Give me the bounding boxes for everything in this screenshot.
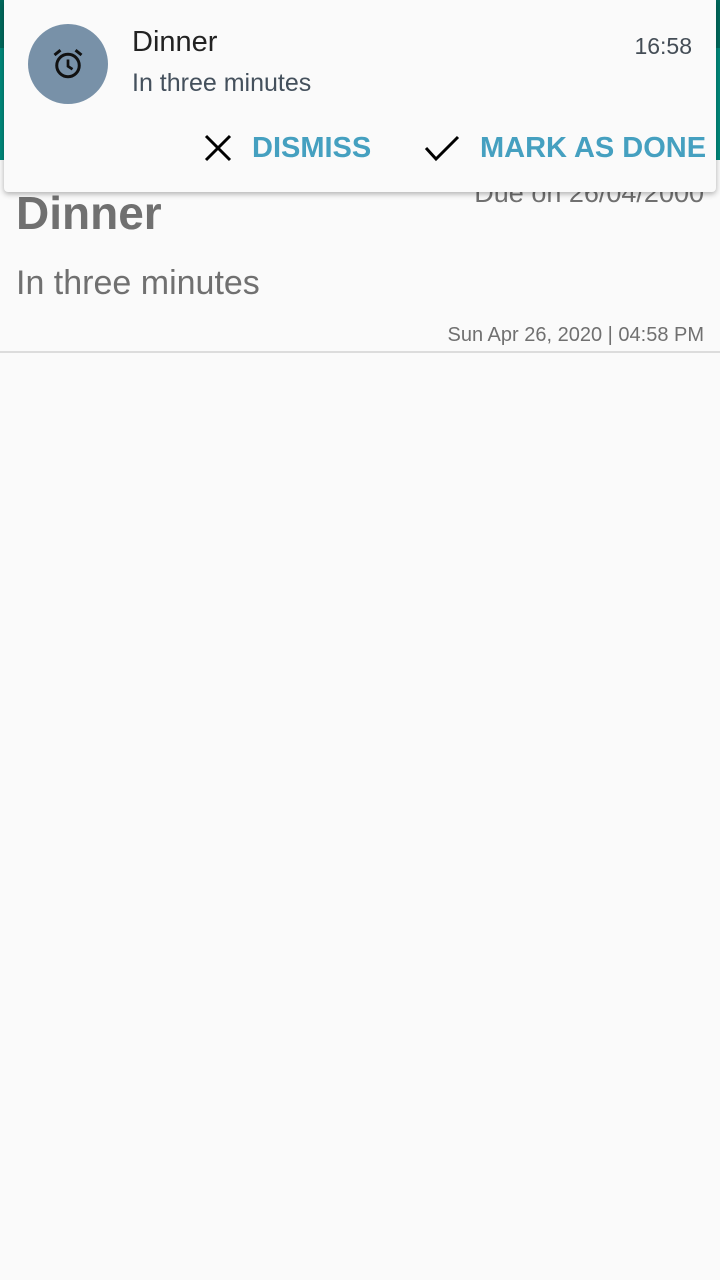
notification-text: In three minutes: [132, 69, 312, 97]
check-icon: [424, 135, 460, 162]
notification-title: Dinner: [132, 26, 218, 58]
notification-time: 16:58: [634, 33, 692, 59]
notification-avatar: [28, 24, 108, 104]
dismiss-label: DISMISS: [252, 131, 372, 164]
alarm-clock-icon: [53, 49, 83, 79]
reminder-timestamp: Sun Apr 26, 2020 | 04:58 PM: [447, 324, 704, 346]
heads-up-notification[interactable]: Dinner 16:58 In three minutes DISMISS MA…: [4, 0, 716, 192]
close-icon: [204, 134, 232, 162]
mark-as-done-label: MARK AS DONE: [480, 131, 707, 164]
reminder-title: Dinner: [16, 187, 162, 239]
mark-as-done-button[interactable]: MARK AS DONE: [424, 126, 706, 170]
dismiss-button[interactable]: DISMISS: [204, 126, 371, 170]
reminder-description: In three minutes: [16, 264, 260, 302]
